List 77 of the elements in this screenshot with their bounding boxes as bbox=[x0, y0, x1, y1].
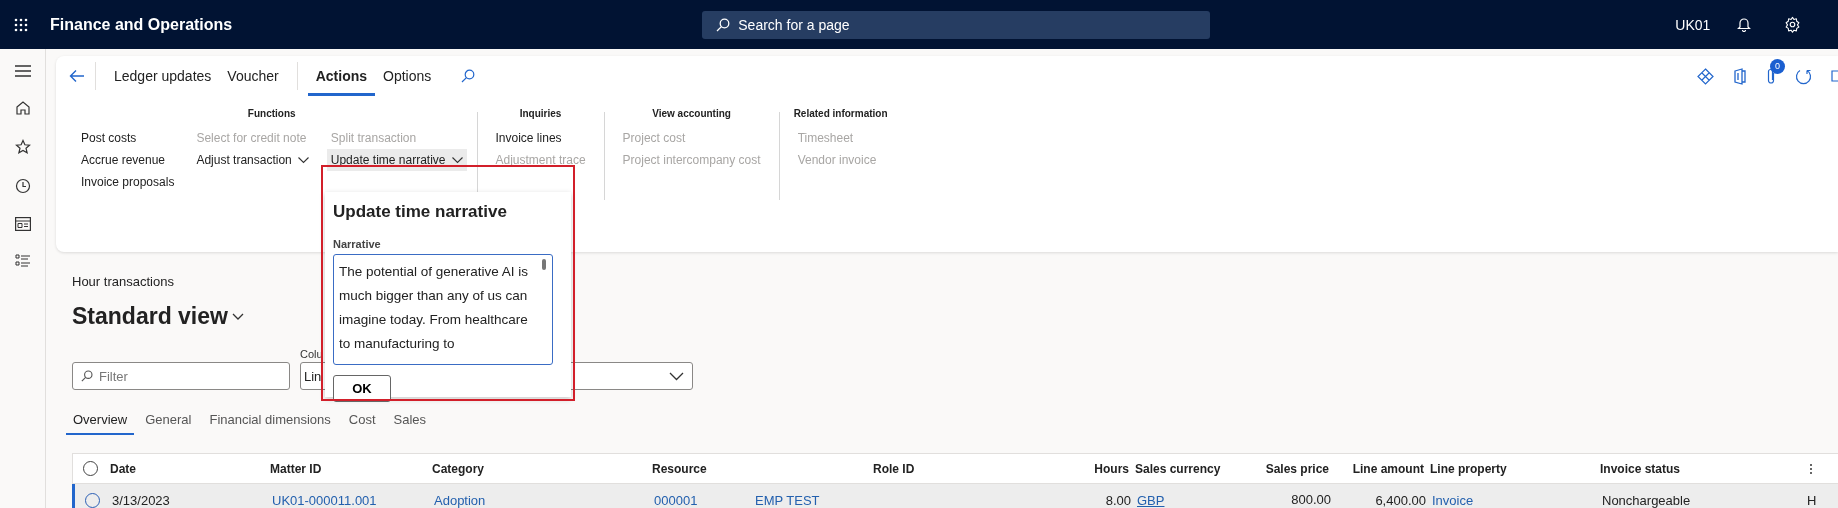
ribbon-action[interactable]: Invoice proposals bbox=[77, 171, 179, 193]
group-title: View accounting bbox=[651, 107, 732, 121]
ribbon-action[interactable]: Adjust transaction bbox=[192, 149, 313, 171]
narrative-text-area[interactable]: The potential of generative AI is much bigger than any of us can imagine today. From healthcare to manufacturing to bbox=[333, 254, 553, 365]
page-tab[interactable]: Financial dimensions bbox=[202, 408, 338, 435]
page-caption: Hour transactions bbox=[72, 274, 174, 289]
cell-link[interactable]: Invoice bbox=[1432, 493, 1602, 508]
search-icon[interactable] bbox=[461, 69, 476, 83]
table-cell-text: H bbox=[1807, 493, 1818, 508]
column-header[interactable]: Line property bbox=[1430, 461, 1600, 476]
settings-icon[interactable] bbox=[1784, 16, 1802, 33]
column-header[interactable]: Hours bbox=[1050, 461, 1135, 476]
ribbon-action[interactable]: Invoice lines bbox=[491, 127, 590, 149]
chevron-down-icon bbox=[231, 312, 244, 321]
diamond-icon[interactable] bbox=[1697, 67, 1714, 85]
chevron-down-icon bbox=[451, 156, 463, 164]
company-label[interactable]: UK01 bbox=[1675, 16, 1711, 33]
cell-link[interactable]: 000001 bbox=[654, 493, 755, 508]
group-title: Related information bbox=[793, 107, 888, 121]
table-cell-text: 3/13/2023 bbox=[112, 493, 171, 508]
ribbon-tab[interactable]: Actions bbox=[307, 56, 376, 96]
ok-button[interactable]: OK bbox=[333, 375, 391, 402]
column-header[interactable]: Invoice status bbox=[1600, 461, 1805, 476]
bell-icon[interactable] bbox=[1737, 17, 1752, 32]
cell-link[interactable]: GBP bbox=[1137, 493, 1171, 508]
ribbon-tab[interactable]: Ledger updates bbox=[106, 56, 220, 96]
cell-link[interactable]: UK01-000011.001 bbox=[272, 493, 434, 508]
refresh-icon[interactable] bbox=[1795, 67, 1812, 85]
page-tab[interactable]: Overview bbox=[66, 408, 135, 435]
paperclip-icon[interactable] bbox=[1766, 67, 1776, 85]
ribbon-action[interactable]: Update time narrative bbox=[326, 149, 467, 171]
clock-icon[interactable] bbox=[14, 178, 31, 194]
search-field[interactable]: Search for a page bbox=[702, 10, 1211, 39]
column-header[interactable]: Category bbox=[432, 461, 652, 476]
column-header[interactable]: Sales currency bbox=[1135, 461, 1245, 476]
table-row[interactable]: 3/13/2023 UK01-000011.001 Adoption 000001 EMP TEST 8.00 GBP 800.00 6,400.00 Invoice Nonchargeable H bbox=[72, 484, 1838, 508]
group-title: Functions bbox=[246, 107, 297, 121]
app-title: Finance and Operations bbox=[50, 15, 233, 34]
view-selector[interactable]: Standard view bbox=[68, 301, 248, 332]
table-cell-text: Nonchargeable bbox=[1602, 493, 1692, 508]
group-title: Inquiries bbox=[518, 107, 563, 121]
ribbon-action[interactable]: Accrue revenue bbox=[77, 149, 179, 171]
cell-link[interactable]: EMP TEST bbox=[755, 493, 875, 508]
column-header[interactable]: Role ID bbox=[873, 461, 1050, 476]
column-header[interactable]: Line amount bbox=[1335, 461, 1430, 476]
page-tab[interactable]: General bbox=[138, 408, 199, 435]
table-cell-text: 8.00 bbox=[1104, 493, 1132, 508]
chevron-down-icon bbox=[297, 156, 309, 164]
home-icon[interactable] bbox=[14, 100, 31, 116]
workspace-icon[interactable] bbox=[14, 217, 31, 231]
page-tab[interactable]: Sales bbox=[386, 408, 434, 435]
search-icon bbox=[81, 370, 93, 382]
column-header[interactable]: Date bbox=[110, 461, 270, 476]
menu-icon[interactable] bbox=[14, 65, 31, 77]
table-cell-text: 6,400.00 bbox=[1374, 493, 1427, 508]
ribbon-tab[interactable]: Voucher bbox=[219, 56, 287, 96]
star-icon[interactable] bbox=[14, 139, 31, 155]
ribbon-tab[interactable]: Options bbox=[375, 56, 440, 96]
search-icon bbox=[716, 17, 731, 32]
chevron-down-icon bbox=[669, 371, 684, 381]
attachments-count-badge: 0 bbox=[1770, 58, 1785, 74]
column-header[interactable]: Resource bbox=[652, 461, 753, 476]
page-tab[interactable]: Cost bbox=[341, 408, 383, 435]
ribbon-action[interactable]: Post costs bbox=[77, 127, 179, 149]
app-launcher-icon[interactable] bbox=[14, 17, 28, 32]
column-header[interactable]: Sales price bbox=[1245, 461, 1335, 476]
cell-input[interactable]: 800.00 bbox=[1187, 491, 1337, 508]
popup-title: Update time narrative bbox=[333, 202, 508, 222]
back-arrow-icon[interactable] bbox=[69, 69, 85, 83]
field-label: Narrative bbox=[333, 238, 382, 250]
filter-field[interactable]: Filter bbox=[72, 362, 290, 390]
cell-link[interactable]: Adoption bbox=[434, 493, 654, 508]
list-icon[interactable] bbox=[14, 254, 31, 268]
column-header[interactable]: Matter ID bbox=[270, 461, 432, 476]
scrollbar-thumb[interactable] bbox=[542, 259, 546, 270]
window-icon[interactable] bbox=[1831, 70, 1838, 82]
office-icon[interactable] bbox=[1733, 67, 1747, 85]
